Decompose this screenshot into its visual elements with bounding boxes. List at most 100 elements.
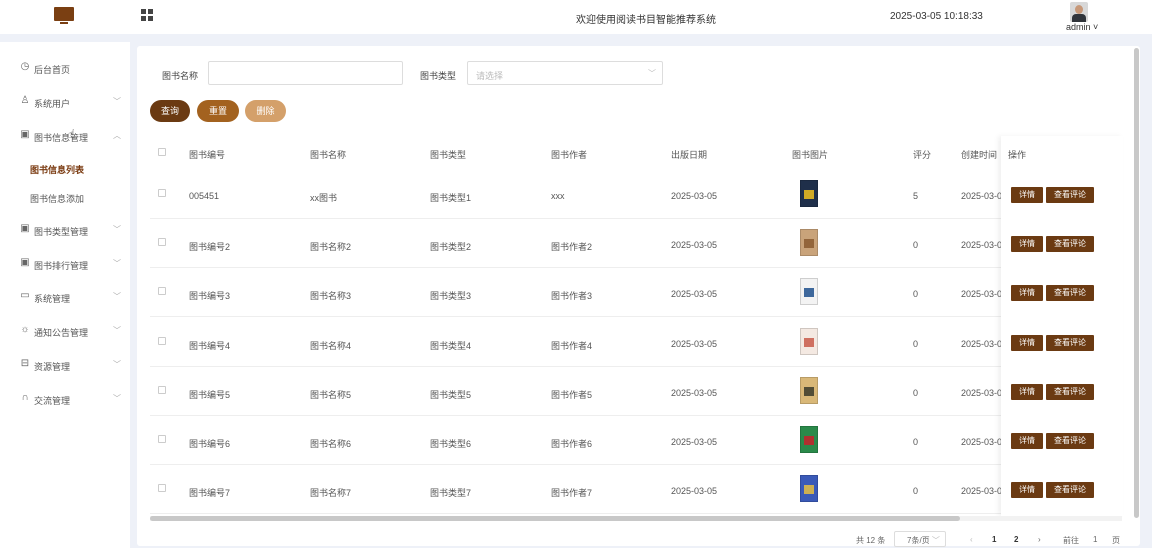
cell-publish-date: 2025-03-05 xyxy=(671,387,718,398)
logo-icon[interactable] xyxy=(54,7,74,25)
col-book-id: 图书编号 xyxy=(189,150,226,160)
col-score: 评分 xyxy=(913,150,932,160)
sidebar-item-system[interactable]: ▭ 系统管理 ﹀ xyxy=(0,287,130,307)
table-row: 图书编号5 图书名称5 图书类型5 图书作者5 2025-03-05 0 2025-03-0… xyxy=(150,367,1122,416)
avatar[interactable] xyxy=(1070,2,1088,22)
col-book-type: 图书类型 xyxy=(430,150,467,160)
detail-button[interactable]: 详情 xyxy=(1011,433,1043,449)
book-cover-image[interactable] xyxy=(796,229,822,257)
table-row: 图书编号6 图书名称6 图书类型6 图书作者6 2025-03-05 0 2025-03-0… xyxy=(150,416,1122,465)
book-cover-image[interactable] xyxy=(796,278,822,306)
table-row: 图书编号3 图书名称3 图书类型3 图书作者3 2025-03-05 0 2025-03-0… xyxy=(150,268,1122,318)
page-1-button[interactable]: 1 xyxy=(992,535,996,544)
cell-publish-date: 2025-03-05 xyxy=(671,338,718,349)
row-checkbox[interactable] xyxy=(158,385,166,394)
view-reviews-button[interactable]: 查看评论 xyxy=(1046,285,1094,302)
detail-button[interactable]: 详情 xyxy=(1011,334,1043,351)
cell-book-author: 图书作者3 xyxy=(551,291,593,302)
detail-button[interactable]: 详情 xyxy=(1011,482,1043,499)
goto-page-input[interactable]: 1 xyxy=(1093,535,1097,544)
cell-book-type: 图书类型5 xyxy=(430,389,472,400)
detail-button[interactable]: 详情 xyxy=(1011,236,1043,253)
user-menu[interactable]: admin ˅ xyxy=(1066,22,1098,32)
menu-grid-icon[interactable] xyxy=(141,9,153,21)
book-cover-image[interactable] xyxy=(796,475,822,503)
sidebar-item-notices[interactable]: ☼ 通知公告管理 ﹀ xyxy=(0,321,130,341)
cell-book-id: 图书编号4 xyxy=(189,340,231,351)
view-reviews-button[interactable]: 查看评论 xyxy=(1046,334,1094,351)
vertical-scrollbar[interactable] xyxy=(1134,48,1139,518)
book-cover-image[interactable] xyxy=(796,426,822,453)
cell-book-name: 图书名称6 xyxy=(310,439,352,449)
detail-button[interactable]: 详情 xyxy=(1011,383,1043,400)
query-button[interactable]: 查询 xyxy=(150,100,190,122)
sidebar-item-label: 系统管理 xyxy=(34,294,71,304)
cell-book-type: 图书类型4 xyxy=(430,340,472,351)
view-reviews-button[interactable]: 查看评论 xyxy=(1046,433,1094,449)
book-icon: ▣ xyxy=(20,257,30,268)
chevron-down-icon: ﹀ xyxy=(931,536,940,545)
view-reviews-button[interactable]: 查看评论 xyxy=(1046,236,1094,253)
cell-book-name: 图书名称4 xyxy=(310,340,352,351)
view-reviews-button[interactable]: 查看评论 xyxy=(1046,383,1094,400)
delete-button[interactable]: 删除 xyxy=(245,100,286,122)
sidebar-item-home[interactable]: ◷ 后台首页 xyxy=(0,58,130,78)
row-checkbox[interactable] xyxy=(158,189,166,197)
book-icon: ▣ xyxy=(20,223,30,234)
sidebar-item-exchange[interactable]: ∩ 交流管理 ﹀ xyxy=(0,389,130,409)
row-checkbox[interactable] xyxy=(158,287,166,296)
cell-book-author: 图书作者5 xyxy=(551,389,593,400)
col-book-image: 图书图片 xyxy=(792,150,829,160)
next-page-button[interactable]: › xyxy=(1038,535,1041,544)
page-size-select[interactable]: 7条/页 ﹀ xyxy=(894,531,946,547)
box-icon: ⊟ xyxy=(20,358,30,369)
cell-book-type: 图书类型2 xyxy=(430,242,472,253)
goto-suffix: 页 xyxy=(1112,536,1120,545)
clock-icon: ◷ xyxy=(20,61,30,72)
cell-score: 5 xyxy=(913,191,919,201)
book-cover-image[interactable] xyxy=(796,376,822,404)
book-name-input[interactable] xyxy=(208,61,403,85)
book-icon: ▣ xyxy=(20,129,30,140)
view-reviews-button[interactable]: 查看评论 xyxy=(1046,187,1094,203)
cell-book-author: 图书作者6 xyxy=(551,439,593,449)
row-checkbox[interactable] xyxy=(158,336,166,345)
detail-button[interactable]: 详情 xyxy=(1011,187,1043,203)
book-type-select[interactable]: 请选择 ﹀ xyxy=(467,61,663,85)
goto-label: 前往 xyxy=(1063,536,1079,545)
total-count: 共 12 条 xyxy=(856,536,886,545)
view-reviews-button[interactable]: 查看评论 xyxy=(1046,482,1094,499)
cell-publish-date: 2025-03-05 xyxy=(671,240,718,251)
sidebar-item-users[interactable]: ♙ 系统用户 ﹀ xyxy=(0,92,130,112)
sidebar-item-label: 系统用户 xyxy=(34,99,71,109)
sidebar-subitem-book-add[interactable]: 图书信息添加 xyxy=(0,184,130,210)
cell-book-id: 005451 xyxy=(189,191,220,201)
book-cover-image[interactable] xyxy=(796,327,822,355)
chevron-down-icon: ﹀ xyxy=(113,326,121,335)
horizontal-scrollbar[interactable] xyxy=(150,516,960,521)
cell-book-name: xx图书 xyxy=(310,193,338,203)
cell-book-type: 图书类型7 xyxy=(430,488,472,499)
row-checkbox[interactable] xyxy=(158,435,166,443)
cell-book-id: 图书编号6 xyxy=(189,439,231,449)
detail-button[interactable]: 详情 xyxy=(1011,285,1043,302)
book-type-placeholder: 请选择 xyxy=(476,71,504,81)
row-checkbox[interactable] xyxy=(158,484,166,493)
select-all-checkbox[interactable] xyxy=(158,148,166,156)
sidebar-subitem-book-list[interactable]: 图书信息列表 xyxy=(0,155,130,181)
reset-button[interactable]: 重置 xyxy=(197,100,239,122)
prev-page-button[interactable]: ‹ xyxy=(970,535,973,544)
book-cover-image[interactable] xyxy=(796,180,822,207)
row-checkbox[interactable] xyxy=(158,238,166,247)
cell-book-id: 图书编号2 xyxy=(189,242,231,253)
sidebar-item-book-ranking[interactable]: ▣ 图书排行管理 ﹀ xyxy=(0,254,130,274)
page-2-button[interactable]: 2 xyxy=(1014,535,1018,544)
sidebar-item-label: 通知公告管理 xyxy=(34,328,89,338)
chevron-down-icon: ﹀ xyxy=(113,360,121,369)
sidebar-item-book-types[interactable]: ▣ 图书类型管理 ﹀ xyxy=(0,220,130,240)
top-bar: 欢迎使用阅读书目智能推荐系统 2025-03-05 10:18:33 admin… xyxy=(0,0,1152,34)
col-book-author: 图书作者 xyxy=(551,150,588,160)
sidebar-item-resources[interactable]: ⊟ 资源管理 ﹀ xyxy=(0,355,130,375)
sidebar-item-label: 资源管理 xyxy=(34,362,71,372)
sidebar-item-book-info[interactable]: ▣ 图书信息管理 ︿ xyxy=(0,126,130,146)
